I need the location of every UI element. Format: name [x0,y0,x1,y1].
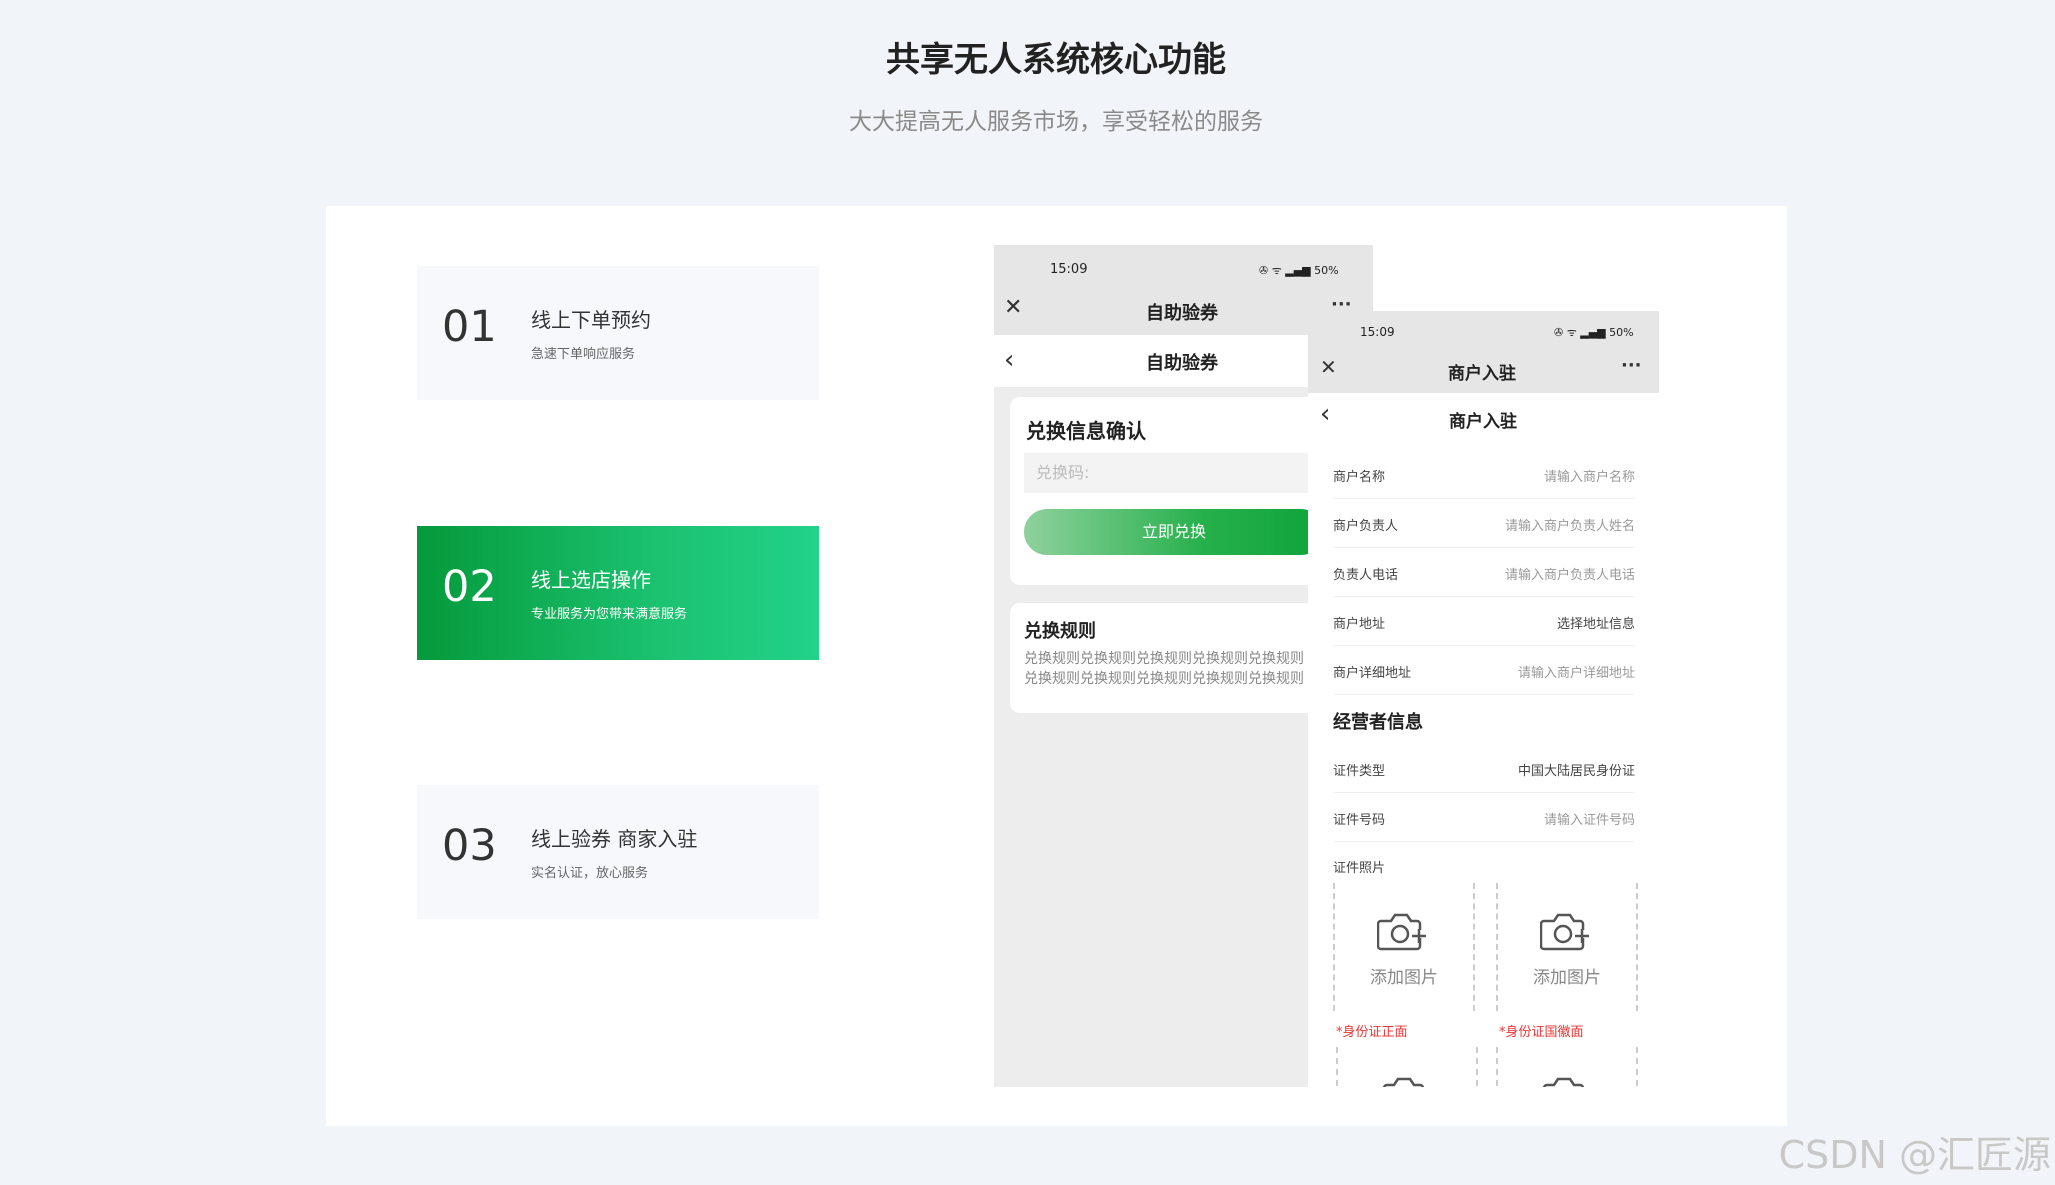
field-merchant-owner[interactable]: 商户负责人 请输入商户负责人姓名 [1333,499,1635,548]
field-id-number[interactable]: 证件号码 请输入证件号码 [1333,793,1635,842]
mini-program-topbar: 15:09 ✇ ᯤ ▂▄▆ 50% ✕ 商户入驻 ··· [1308,311,1659,393]
field-merchant-name[interactable]: 商户名称 请输入商户名称 [1333,450,1635,499]
field-placeholder: 请输入商户详细地址 [1517,666,1635,681]
watermark: CSDN @汇匠源 [1778,1133,2051,1177]
confirm-title: 兑换信息确认 [1026,419,1146,443]
feature-desc: 实名认证，放心服务 [531,866,649,881]
field-placeholder: 选择地址信息 [1556,617,1635,632]
status-time: 15:09 [1360,325,1395,339]
field-placeholder: 请输入证件号码 [1543,813,1635,828]
field-label: 证件照片 [1333,861,1386,876]
feature-number: 01 [442,302,497,352]
operator-section-title: 经营者信息 [1333,712,1423,733]
topbar-title: 自助验券 [1146,303,1218,324]
back-icon[interactable]: ‹ [1320,401,1330,427]
camera-icon [1382,1077,1425,1087]
back-icon[interactable]: ‹ [1004,347,1014,373]
nav-title: 自助验券 [1146,353,1218,374]
feature-title: 线上选店操作 [531,568,651,592]
field-detail-address[interactable]: 商户详细地址 请输入商户详细地址 [1333,646,1635,695]
rules-title: 兑换规则 [1024,621,1096,642]
id-back-label: *身份证国徽面 [1499,1025,1584,1040]
upload-label: 添加图片 [1533,968,1601,988]
topbar-title: 商户入驻 [1448,364,1516,384]
field-placeholder: 请输入商户名称 [1543,470,1635,485]
field-owner-phone[interactable]: 负责人电话 请输入商户负责人电话 [1333,548,1635,597]
upload-label: 添加图片 [1370,968,1438,988]
close-icon[interactable]: ✕ [1004,297,1022,319]
rules-text: 兑换规则兑换规则兑换规则兑换规则兑换规则兑换规则兑换规则兑换规则兑换规则兑换规则 [1024,651,1304,687]
page-subtitle: 大大提高无人服务市场，享受轻松的服务 [849,109,1263,135]
field-label: 商户详细地址 [1333,666,1412,681]
field-value: 中国大陆居民身份证 [1517,764,1635,779]
feature-desc: 专业服务为您带来满意服务 [531,607,688,622]
camera-add-icon [1377,913,1426,951]
redeem-button[interactable]: 立即兑换 [1024,509,1310,555]
feature-desc: 急速下单响应服务 [531,347,636,362]
page-title: 共享无人系统核心功能 [886,40,1226,80]
more-icon[interactable]: ··· [1621,357,1642,375]
upload-extra-2[interactable] [1496,1047,1638,1087]
redeem-code-input[interactable]: 兑换码: [1024,453,1310,493]
field-merchant-address[interactable]: 商户地址 选择地址信息 [1333,597,1635,646]
feature-number: 02 [442,562,497,612]
nav-title: 商户入驻 [1449,412,1517,432]
feature-title: 线上验券 商家入驻 [531,827,698,851]
feature-card-order[interactable]: 01 线上下单预约 急速下单响应服务 [417,266,819,400]
field-label: 商户地址 [1333,617,1386,632]
field-label: 证件号码 [1333,813,1386,828]
upload-id-front[interactable]: 添加图片 [1333,883,1475,1011]
field-id-type[interactable]: 证件类型 中国大陆居民身份证 [1333,744,1635,793]
feature-title: 线上下单预约 [531,308,651,332]
field-label: 证件类型 [1333,764,1386,779]
id-front-label: *身份证正面 [1336,1025,1408,1040]
close-icon[interactable]: ✕ [1320,357,1337,377]
feature-card-store[interactable]: 02 线上选店操作 专业服务为您带来满意服务 [417,526,819,660]
page-nav: ‹ 自助验券 [994,335,1310,387]
upload-extra-1[interactable] [1336,1047,1478,1087]
camera-add-icon [1540,913,1589,951]
confirm-card: 兑换信息确认 兑换码: 立即兑换 [1010,397,1310,585]
field-placeholder: 请输入商户负责人姓名 [1504,519,1635,534]
field-label: 商户名称 [1333,470,1386,485]
feature-number: 03 [442,821,497,871]
phone-screen-merchant: 15:09 ✇ ᯤ ▂▄▆ 50% ✕ 商户入驻 ··· ‹ 商户入驻 商户名称… [1308,311,1659,1087]
status-indicators: ✇ ᯤ ▂▄▆ 50% [1554,326,1634,339]
field-label: 商户负责人 [1333,519,1399,534]
status-time: 15:09 [1050,262,1088,277]
rules-card: 兑换规则 兑换规则兑换规则兑换规则兑换规则兑换规则兑换规则兑换规则兑换规则兑换规… [1010,603,1310,713]
status-indicators: ✇ ᯤ ▂▄▆ 50% [1259,264,1339,277]
upload-id-back[interactable]: 添加图片 [1496,883,1638,1011]
field-label: 负责人电话 [1333,568,1399,583]
page-nav: ‹ 商户入驻 [1308,393,1659,445]
feature-card-coupon[interactable]: 03 线上验券 商家入驻 实名认证，放心服务 [417,785,819,919]
field-placeholder: 请输入商户负责人电话 [1504,568,1635,583]
phone-screen-coupon: 15:09 ✕ 自助验券 ‹ 自助验券 兑换信息确认 兑换码: 立即兑换 兑换规… [994,245,1310,1087]
camera-icon [1542,1077,1585,1087]
